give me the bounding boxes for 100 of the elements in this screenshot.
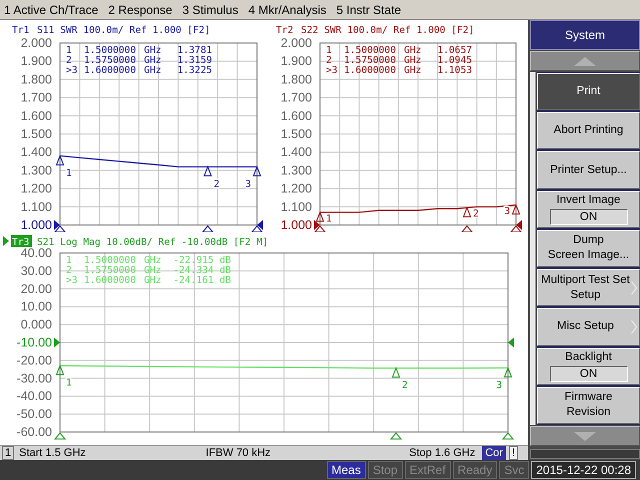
y-tick-label: 10.00 [20, 300, 52, 314]
y-tick-label: -40.00 [16, 389, 52, 404]
marker-value: 1.0945 [437, 55, 472, 66]
stop-frequency: Stop 1.6 GHz [409, 447, 476, 459]
marker-icon[interactable] [56, 364, 64, 376]
marker-label: 1 [326, 213, 332, 224]
status-indicator: Meas [326, 461, 366, 479]
softkey-button[interactable]: Print [537, 73, 640, 110]
marker-frequency: 1.5000000 [344, 45, 396, 56]
trace-header: S21 Log Mag 10.00dB/ Ref -10.00dB [F2 M] [37, 237, 268, 248]
menu-item[interactable]: 1 Active Ch/Trace [4, 2, 98, 16]
status-indicator: Ready [452, 461, 498, 479]
marker-unit: GHz [404, 45, 422, 56]
marker-icon[interactable] [204, 165, 212, 176]
marker-frequency: 1.5000000 [84, 255, 136, 266]
axis-marker-icon [54, 225, 66, 232]
y-tick-label: -60.00 [16, 425, 52, 439]
marker-number: >3 [66, 275, 78, 286]
softkey-button[interactable]: Firmware Revision [537, 386, 640, 424]
trace-label[interactable]: Tr1 [12, 25, 30, 36]
y-tick-label: 1.300 [20, 163, 52, 178]
reference-icon [257, 220, 263, 230]
marker-frequency: 1.6000000 [84, 65, 136, 76]
axis-marker-icon [390, 432, 402, 440]
marker-number: 2 [66, 265, 72, 276]
status-indicator: Stop [368, 461, 403, 479]
axis-marker-icon [314, 225, 326, 232]
scroll-up-button[interactable] [530, 51, 640, 71]
menu-item[interactable]: 2 Response [108, 2, 172, 16]
menu-item[interactable]: 4 Mkr/Analysis [248, 2, 326, 16]
softkey-button[interactable]: Multiport Test Set Setup [537, 269, 640, 306]
marker-icon[interactable] [252, 165, 262, 176]
softkey-button[interactable]: Printer Setup... [537, 151, 640, 189]
marker-icon[interactable] [512, 204, 520, 214]
toggle-value: ON [550, 366, 628, 382]
marker-number: 1 [66, 45, 72, 56]
softkey-button[interactable]: Dump Screen Image... [537, 230, 640, 268]
y-tick-label: 1.900 [20, 54, 52, 68]
reference-icon [516, 220, 522, 230]
warning-indicator: ! [508, 446, 518, 460]
marker-unit: GHz [144, 65, 162, 76]
y-tick-label: 1.200 [280, 182, 312, 196]
y-tick-label: 2.000 [280, 36, 312, 50]
marker-label: 2 [402, 380, 408, 392]
y-tick-label: -20.00 [16, 353, 52, 368]
if-bandwidth: IFBW 70 kHz [206, 447, 271, 459]
axis-marker-icon [510, 225, 522, 232]
marker-label: 1 [66, 168, 72, 179]
y-tick-label: 30.00 [20, 264, 52, 278]
marker-frequency: 1.5750000 [344, 55, 396, 66]
y-tick-label: 0.000 [20, 318, 52, 332]
softkey-button[interactable]: Misc Setup [537, 308, 640, 346]
scroll-down-button[interactable] [530, 426, 640, 446]
y-tick-label: 1.800 [280, 72, 312, 86]
reference-icon [508, 338, 514, 348]
y-tick-label: 1.200 [20, 182, 52, 196]
marker-number: >3 [326, 65, 338, 76]
marker-unit: GHz [404, 55, 422, 66]
marker-value: -22.915 dB [173, 255, 231, 266]
status-indicator: Svc [499, 461, 530, 479]
trace-label[interactable]: Tr2 [276, 25, 294, 36]
menu-title: System [530, 20, 640, 50]
marker-label: 3 [496, 380, 502, 391]
trace-label[interactable]: Tr3 [12, 237, 30, 248]
marker-value: 1.0657 [437, 45, 472, 56]
trace-label-background [11, 235, 32, 247]
y-tick-label: 1.700 [280, 90, 312, 105]
y-tick-label: 1.000 [20, 218, 52, 232]
reference-icon [54, 220, 60, 230]
marker-value: 1.3225 [177, 65, 212, 76]
marker-icon[interactable] [316, 210, 324, 222]
channel-number: 1 [2, 446, 14, 460]
y-tick-label: 1.100 [280, 200, 312, 214]
trace-header: S22 SWR 100.0m/ Ref 1.000 [F2] [301, 25, 474, 36]
y-tick-label: 1.700 [20, 90, 52, 105]
marker-icon[interactable] [56, 154, 64, 166]
menu-item[interactable]: 5 Instr State [336, 2, 402, 16]
menu-item[interactable]: 3 Stimulus [182, 2, 238, 16]
y-tick-label: 1.500 [20, 127, 52, 141]
up-arrow-icon [574, 56, 596, 66]
status-indicator: ExtRef [404, 461, 451, 479]
y-tick-label: 2.000 [20, 36, 52, 50]
y-tick-label: 1.100 [20, 200, 52, 214]
marker-number: 1 [66, 255, 72, 266]
softkey-button[interactable]: Abort Printing [537, 112, 640, 150]
marker-value: 1.3159 [177, 55, 212, 66]
reference-icon [314, 220, 320, 230]
marker-icon[interactable] [504, 366, 512, 378]
marker-label: 3 [245, 178, 251, 190]
y-tick-label: 1.400 [20, 145, 52, 160]
y-tick-label: -10.00 [16, 336, 52, 350]
softkey-button[interactable]: Invert Image ON [537, 190, 640, 228]
correction-indicator: Cor [482, 446, 506, 460]
scrollbar[interactable] [530, 72, 536, 425]
marker-frequency: 1.6000000 [344, 65, 396, 76]
softkey-button[interactable]: Backlight ON [537, 348, 640, 385]
marker-unit: GHz [144, 55, 162, 66]
marker-value: 1.1053 [437, 65, 472, 76]
marker-icon[interactable] [392, 366, 400, 378]
marker-icon[interactable] [462, 206, 472, 218]
